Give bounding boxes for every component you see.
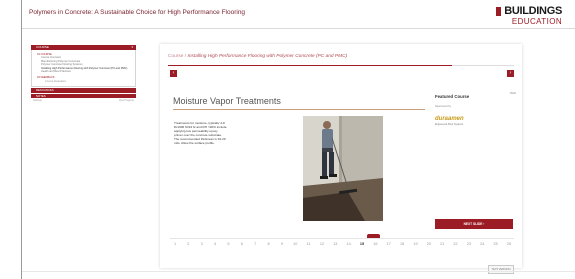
logo-mark-icon [496,7,501,16]
course-title-prefix[interactable]: Course / [168,54,186,59]
page-number-link[interactable]: 3 [197,240,207,248]
page-number-link[interactable]: 18 [397,240,407,248]
sidebar-section-label: COURSE [36,45,49,49]
course-progress-fill [168,65,452,66]
course-title: Course / Installing High Performance Flo… [168,54,347,59]
footer-divider [22,271,575,272]
sidebar-footer: Settings Quiz Progress [31,98,136,103]
page-number-link[interactable]: 14 [344,240,354,248]
current-page-marker [367,234,380,238]
pager-divider [170,238,514,239]
course-sidebar: COURSE ▾ 01 COURSE Course Overview Manuf… [31,45,136,103]
page-number-link[interactable]: 23 [464,240,474,248]
page-number-link[interactable]: 5 [223,240,233,248]
sidebar-course-body: 01 COURSE Course Overview Manufacturing … [31,50,136,88]
page-number-link[interactable]: 16 [370,240,380,248]
page-number-link[interactable]: 12 [317,240,327,248]
page-number-link[interactable]: 2 [183,240,193,248]
sidebar-settings-link[interactable]: Settings [33,99,42,102]
site-header: Polymers in Concrete: A Sustainable Choi… [22,0,575,29]
course-player: Course / Installing High Performance Flo… [160,44,522,274]
page-number-link[interactable]: 22 [451,240,461,248]
sponsor-logo-tagline: Engineered Floor Systems [435,123,464,126]
sidebar-section-course[interactable]: COURSE ▾ [31,45,136,50]
featured-course-panel: Featured Course Sponsored by duraamen En… [435,94,515,126]
slide-body-text: Treatments for moisture, typically 4-8 l… [174,121,227,146]
page: Polymers in Concrete: A Sustainable Choi… [0,0,575,279]
next-slide-button[interactable]: NEXT SLIDE › [435,219,513,229]
sidebar-item-best-practices[interactable]: Health and Best Practices [37,70,132,73]
slide-photo [303,116,383,221]
buildings-education-logo[interactable]: BUILDINGS EDUCATION [496,5,562,27]
slide-counter: 15/26 [509,92,517,95]
page-number-link[interactable]: 4 [210,240,220,248]
course-title-text: Installing High Performance Flooring wit… [187,54,348,59]
worker-photo-illustration [303,116,383,221]
page-number-link[interactable]: 13 [330,240,340,248]
slide-title: Moisture Vapor Treatments [173,96,281,106]
page-number-link[interactable]: 19 [410,240,420,248]
page-number-link[interactable]: 21 [437,240,447,248]
left-divider [21,0,22,279]
text-version-button[interactable]: TEXT VERSION [488,265,514,274]
page-number-link[interactable]: 26 [504,240,514,248]
page-number-link[interactable]: 8 [264,240,274,248]
page-number-link[interactable]: 6 [237,240,247,248]
sidebar-section-resources[interactable]: RESOURCES [31,88,136,93]
page-number-link[interactable]: 10 [290,240,300,248]
logo-education: EDUCATION [511,17,562,26]
sponsor-logo-wordmark: duraamen [435,116,464,122]
page-number-link[interactable]: 9 [277,240,287,248]
sidebar-item-evaluation[interactable]: Course Evaluation [37,80,132,83]
featured-course-sponsor: Sponsored by [435,105,452,108]
course-heading: Polymers in Concrete: A Sustainable Choi… [29,9,246,16]
slide-pager: 1 2 3 4 5 6 7 8 9 10 11 12 13 14 15 16 17 18 19 20 21 22 23 24 2… [170,240,514,248]
page-number-link[interactable]: 7 [250,240,260,248]
slide-title-divider [173,109,425,110]
featured-course-title: Featured Course [435,94,470,99]
page-number-link[interactable]: 1 [170,240,180,248]
page-number-link[interactable]: 17 [384,240,394,248]
page-number-link[interactable]: 24 [477,240,487,248]
page-number-link[interactable]: 25 [491,240,501,248]
page-number-link[interactable]: 15 [357,240,367,248]
previous-slide-button[interactable]: ‹ [170,70,177,77]
logo-buildings: BUILDINGS [504,5,562,17]
sidebar-progress-link[interactable]: Quiz Progress [119,99,134,102]
collapse-icon: ▾ [131,45,133,49]
sponsor-logo[interactable]: duraamen Engineered Floor Systems [435,116,479,132]
page-number-link[interactable]: 11 [304,240,314,248]
next-slide-arrow-button[interactable]: › [507,70,514,77]
page-number-link[interactable]: 20 [424,240,434,248]
course-progress-bar [168,65,514,66]
